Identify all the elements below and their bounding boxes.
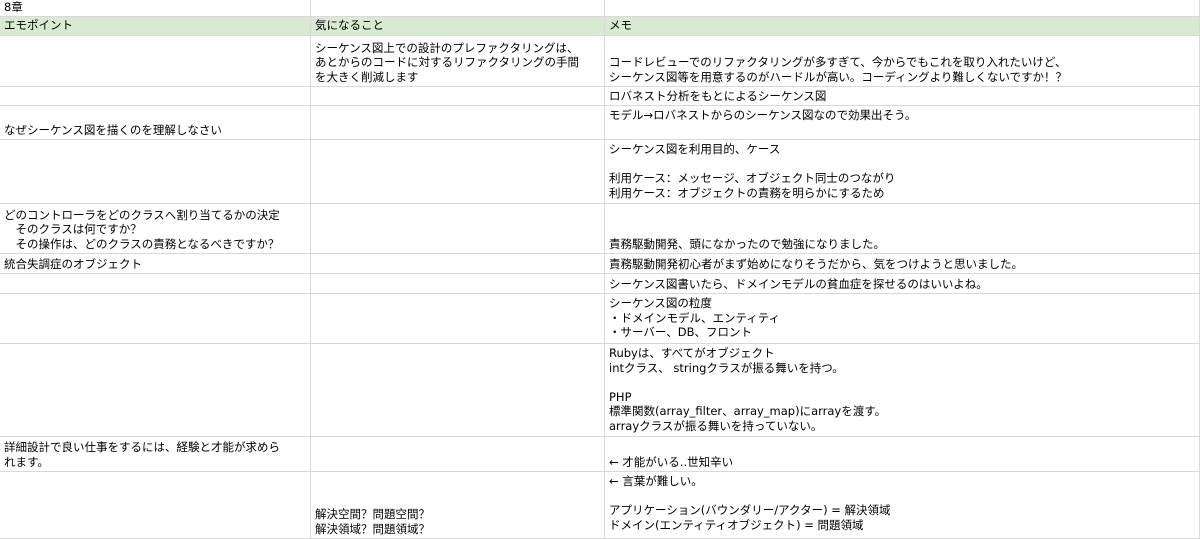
- cell-text-line: ロバネスト分析をもとによるシーケンス図: [609, 88, 827, 103]
- cell-emo-point[interactable]: 統合失調症のオブジェクト: [0, 254, 311, 274]
- cell-text-line: [609, 375, 1195, 390]
- cell-memo[interactable]: ← 言葉が難しい。アプリケーション(バウンダリー/アクター) = 解決領域 ドメイ…: [605, 472, 1200, 539]
- cell-text-line: ドメイン(エンティティオブジェクト) = 問題領域: [609, 517, 864, 532]
- header-label: エモポイント: [4, 18, 73, 33]
- header-concern[interactable]: 気になること: [311, 17, 605, 36]
- cell-emo-point[interactable]: どのコントローラをどのクラスへ割り当てるかの決定 そのクラスは何ですか？ その操…: [0, 204, 311, 254]
- cell-text-line: どのコントローラをどのクラスへ割り当てるかの決定: [4, 207, 280, 222]
- cell-text-line: ・サーバー、DB、フロント: [609, 325, 753, 339]
- cell-text-line: シーケンス図の粒度: [609, 296, 712, 310]
- cell-concern[interactable]: [311, 274, 605, 294]
- cell-title[interactable]: 8章: [0, 0, 311, 17]
- cell-memo[interactable]: 責務駆動開発初心者がまず始めになりそうだから、気をつけようと思いました。: [605, 254, 1200, 274]
- cell-emo-point[interactable]: [0, 294, 311, 344]
- cell-text-line: れます。: [4, 454, 49, 469]
- cell-concern[interactable]: [311, 437, 605, 472]
- cell-concern[interactable]: [311, 140, 605, 204]
- cell-text-line: 責務駆動開発初心者がまず始めになりそうだから、気をつけようと思いました。: [609, 256, 1023, 271]
- cell-text-line: 詳細設計で良い仕事をするには、経験と才能が求めら: [4, 440, 280, 454]
- cell-text-line: Rubyは、すべてがオブジェクト: [609, 346, 775, 360]
- cell-text-line: アプリケーション(バウンダリー/アクター) = 解決領域: [609, 503, 891, 517]
- cell-emo-point[interactable]: なぜシーケンス図を描くのを理解しなさい: [0, 106, 311, 140]
- cell-memo[interactable]: コードレビューでのリファクタリングが多すぎて、今からでもこれを取り入れたいけど、…: [605, 36, 1200, 87]
- cell-text-line: 利用ケース：メッセージ、オブジェクト同士のつながり: [609, 171, 896, 185]
- cell-text-line: そのクラスは何ですか？: [4, 222, 142, 236]
- cell-memo[interactable]: モデル→ロバネストからのシーケンス図なので効果出そう。: [605, 106, 1200, 140]
- cell-text-line: ← 言葉が難しい。: [609, 474, 703, 488]
- cell-text-line: シーケンス図上での設計のプレファクタリングは、: [315, 40, 579, 55]
- cell-text-line: モデル→ロバネストからのシーケンス図なので効果出そう。: [609, 108, 917, 122]
- cell-text-line: シーケンス図等を用意するのがハードルが高い。コーディングより難しくないですか！？: [609, 69, 1068, 84]
- cell-text-line: 解決領域？問題領域？: [315, 521, 430, 536]
- cell-text-line: ← 才能がいる..世知辛い: [609, 454, 734, 469]
- cell-concern[interactable]: シーケンス図上での設計のプレファクタリングは、 あとからのコードに対するリファクタ…: [311, 36, 605, 87]
- header-label: 気になること: [315, 18, 384, 33]
- cell-memo[interactable]: シーケンス図の粒度 ・ドメインモデル、エンティティ ・サーバー、DB、フロント: [605, 294, 1200, 344]
- header-label: メモ: [609, 18, 632, 33]
- cell-memo[interactable]: ← 才能がいる..世知辛い: [605, 437, 1200, 472]
- cell-text-line: シーケンス図書いたら、ドメインモデルの貧血症を探せるのはいいよね。: [609, 276, 988, 291]
- header-memo[interactable]: メモ: [605, 17, 1200, 36]
- cell-concern[interactable]: [311, 344, 605, 437]
- cell-memo[interactable]: シーケンス図を利用目的、ケース利用ケース：メッセージ、オブジェクト同士のつながり…: [605, 140, 1200, 204]
- cell-memo[interactable]: シーケンス図書いたら、ドメインモデルの貧血症を探せるのはいいよね。: [605, 274, 1200, 294]
- cell-text-line: 解決空間？問題空間？: [315, 507, 430, 521]
- cell-emo-point[interactable]: 詳細設計で良い仕事をするには、経験と才能が求めら れます。: [0, 437, 311, 472]
- cell-title-c[interactable]: [605, 0, 1200, 17]
- cell-concern[interactable]: [311, 106, 605, 140]
- cell-title-b[interactable]: [311, 0, 605, 17]
- cell-text-line: PHP: [609, 389, 632, 404]
- cell-text-line: その操作は、どのクラスの責務となるべきですか？: [4, 236, 280, 251]
- cell-emo-point[interactable]: [0, 36, 311, 87]
- cell-text-line: あとからのコードに対するリファクタリングの手間: [315, 55, 580, 69]
- cell-text-line: [609, 157, 1195, 172]
- cell-concern[interactable]: [311, 294, 605, 344]
- header-emo-point[interactable]: エモポイント: [0, 17, 311, 36]
- cell-text-line: 利用ケース：オブジェクトの責務を明らかにするため: [609, 185, 885, 200]
- sheet-title: 8章: [4, 0, 23, 14]
- cell-emo-point[interactable]: [0, 87, 311, 106]
- cell-concern[interactable]: [311, 204, 605, 254]
- cell-concern[interactable]: [311, 87, 605, 106]
- cell-concern[interactable]: 解決空間？問題空間？ 解決領域？問題領域？: [311, 472, 605, 539]
- cell-text-line: [609, 489, 1195, 504]
- cell-memo[interactable]: ロバネスト分析をもとによるシーケンス図: [605, 87, 1200, 106]
- cell-memo[interactable]: Rubyは、すべてがオブジェクト intクラス、 stringクラスが振る舞いを持…: [605, 344, 1200, 437]
- cell-emo-point[interactable]: [0, 344, 311, 437]
- cell-text-line: なぜシーケンス図を描くのを理解しなさい: [4, 122, 222, 137]
- cell-emo-point[interactable]: [0, 274, 311, 294]
- cell-text-line: シーケンス図を利用目的、ケース: [609, 142, 781, 156]
- cell-text-line: コードレビューでのリファクタリングが多すぎて、今からでもこれを取り入れたいけど、: [609, 55, 1067, 69]
- cell-memo[interactable]: 責務駆動開発、頭になかったので勉強になりました。: [605, 204, 1200, 254]
- cell-emo-point[interactable]: [0, 140, 311, 204]
- cell-text-line: arrayクラスが振る舞いを持っていない。: [609, 418, 823, 433]
- cell-text-line: 責務駆動開発、頭になかったので勉強になりました。: [609, 236, 885, 251]
- spreadsheet-grid: 8章 エモポイント 気になること メモ シーケンス図上での設計のプレファクタリン…: [0, 0, 1200, 539]
- cell-text-line: 統合失調症のオブジェクト: [4, 256, 142, 271]
- cell-text-line: を大きく削減します: [315, 69, 419, 84]
- cell-text-line: intクラス、 stringクラスが振る舞いを持つ。: [609, 360, 844, 375]
- cell-text-line: ・ドメインモデル、エンティティ: [609, 310, 781, 325]
- cell-text-line: [609, 123, 1195, 138]
- cell-concern[interactable]: [311, 254, 605, 274]
- cell-text-line: 標準関数(array_filter、array_map)にarrayを渡す。: [609, 404, 887, 418]
- cell-emo-point[interactable]: [0, 472, 311, 539]
